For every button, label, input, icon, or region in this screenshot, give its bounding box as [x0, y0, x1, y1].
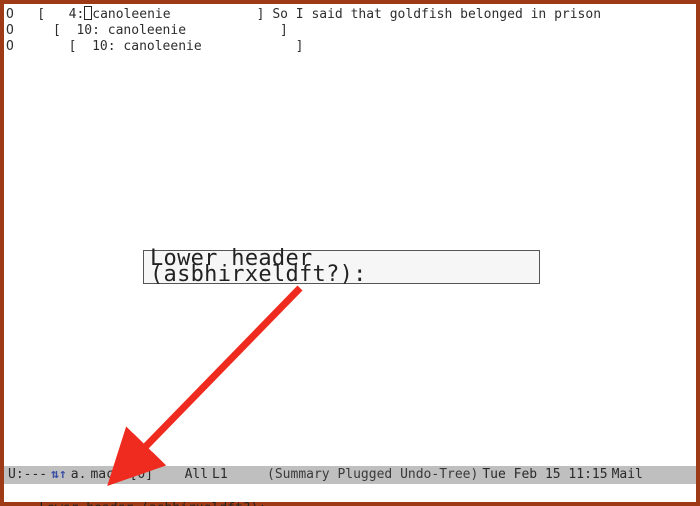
- summary-buffer[interactable]: O [ 4:canoleenie ] So I said that goldfi…: [4, 4, 696, 466]
- modeline-arrows-icon: ⇅↑: [51, 467, 67, 483]
- thread-author: canoleenie: [92, 7, 170, 22]
- callout-text: Lower header (asbhirxeldft?):: [150, 251, 533, 283]
- minibuffer-prompt: Lower header (asbhirxeldft?):: [39, 501, 266, 506]
- thread-count: 10: [92, 39, 108, 54]
- minibuffer[interactable]: Lower header (asbhirxeldft?):: [4, 484, 696, 502]
- modeline-coding: U:---: [8, 467, 47, 483]
- thread-author: canoleenie: [108, 23, 186, 38]
- thread-status: O: [6, 7, 14, 22]
- modeline-buffer-suffix: macs [0]: [90, 467, 153, 483]
- modeline-buffer-name: a.: [71, 467, 87, 483]
- thread-author: canoleenie: [123, 39, 201, 54]
- modeline-modes: (Summary Plugged Undo-Tree): [267, 467, 478, 483]
- thread-line[interactable]: O [ 10: canoleenie ]: [6, 39, 303, 54]
- modeline-line: L1: [212, 467, 228, 483]
- thread-status: O: [6, 23, 14, 38]
- modeline-datetime: Tue Feb 15 11:15: [482, 467, 607, 483]
- modeline-tail: Mail: [612, 467, 643, 483]
- thread-subject: So I said that goldfish belonged in pris…: [272, 7, 601, 22]
- thread-status: O: [6, 39, 14, 54]
- thread-count: 10: [76, 23, 92, 38]
- thread-line[interactable]: O [ 4:canoleenie ] So I said that goldfi…: [6, 7, 601, 22]
- mode-line[interactable]: U:--- ⇅↑ a.macs [0] All L1 (Summary Plug…: [4, 466, 696, 484]
- callout-zoom-box: Lower header (asbhirxeldft?):: [143, 250, 540, 284]
- thread-line[interactable]: O [ 10: canoleenie ]: [6, 23, 288, 38]
- modeline-position: All: [185, 467, 208, 483]
